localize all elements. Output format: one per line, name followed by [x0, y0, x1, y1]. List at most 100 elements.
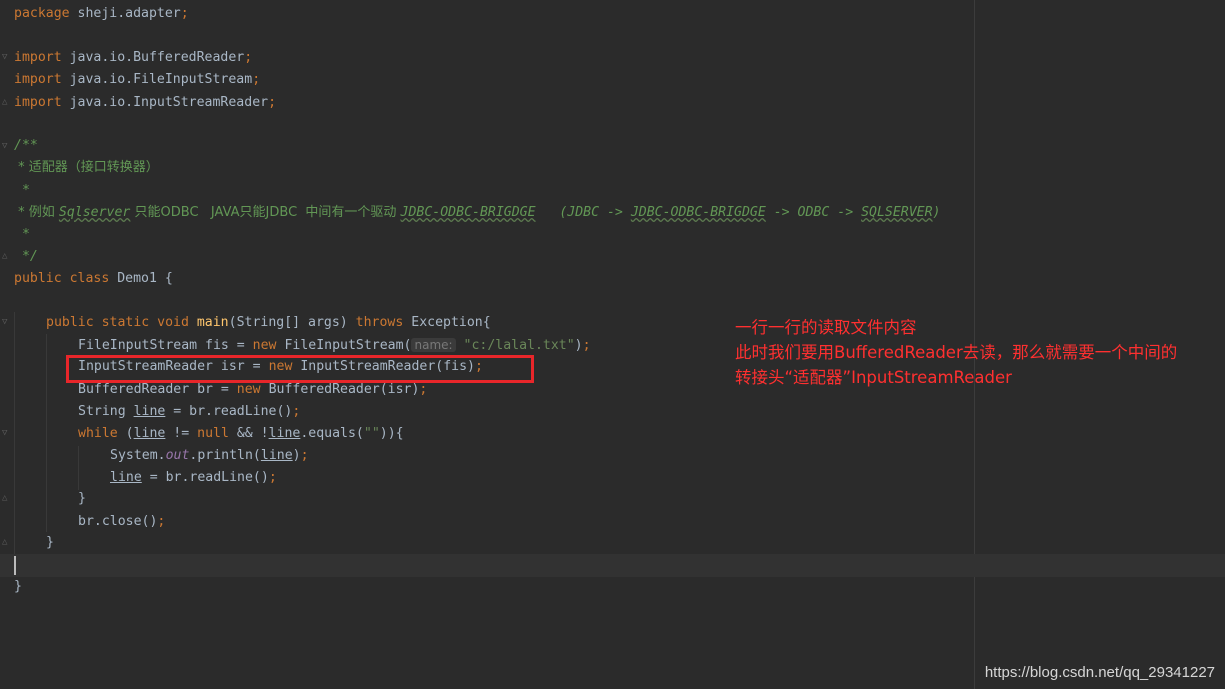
code-line-statement: String line = br.readLine(); — [78, 401, 300, 423]
code-line-brace: } — [78, 491, 86, 506]
package-name: sheji.adapter — [69, 6, 181, 21]
variable: line — [110, 470, 142, 485]
annotation-note: 一行一行的读取文件内容 此时我们要用BufferedReader去读，那么就需要… — [735, 315, 1177, 390]
code-text: .equals( — [300, 426, 364, 441]
fold-marker-icon[interactable]: △ — [2, 493, 10, 503]
comment-text: (JDBC -> — [535, 205, 631, 220]
import-path: java.io.FileInputStream — [61, 72, 253, 87]
doc-comment-line: * — [14, 227, 30, 242]
import-path: java.io.InputStreamReader — [61, 95, 269, 110]
semicolon: ; — [582, 338, 591, 353]
code-line-brace: } — [46, 535, 54, 550]
indent-guide — [14, 312, 15, 554]
semicolon: ; — [268, 470, 277, 485]
code-line-class-declaration: public class Demo1 { — [14, 268, 173, 290]
fold-marker-icon[interactable]: ▽ — [2, 317, 10, 327]
code-text: FileInputStream fis = — [78, 338, 253, 353]
string-literal: "c:/lalal.txt" — [455, 338, 575, 353]
code-text: ) — [292, 448, 301, 463]
keyword: import — [14, 50, 62, 65]
code-text: ( — [117, 426, 134, 441]
keyword: public — [46, 315, 94, 330]
parameters: (String[] args) — [228, 315, 356, 330]
doc-comment-line: * — [14, 183, 30, 198]
code-text: .println( — [189, 448, 261, 463]
keyword: class — [61, 271, 110, 286]
comment-text: * 例如 — [14, 205, 59, 220]
code-line-import: import java.io.BufferedReader; — [14, 47, 252, 69]
indent-guide — [78, 446, 79, 490]
fold-marker-icon[interactable]: △ — [2, 251, 10, 261]
keyword: public — [14, 271, 62, 286]
exception-type: Exception{ — [403, 315, 491, 330]
code-line-while: while (line != null && !line.equals(""))… — [78, 423, 404, 445]
code-text: != — [165, 426, 198, 441]
code-text: = br.readLine() — [141, 470, 269, 485]
semicolon: ; — [419, 382, 428, 397]
code-line-statement: line = br.readLine(); — [110, 467, 277, 489]
keyword: import — [14, 95, 62, 110]
code-text: )){ — [379, 426, 404, 441]
code-text: System. — [110, 448, 166, 463]
code-line-package: package sheji.adapter; — [14, 3, 189, 25]
comment-text: 只能ODBC JAVA只能JDBC 中间有一个驱动 — [130, 205, 401, 220]
fold-marker-icon[interactable]: △ — [2, 537, 10, 547]
current-line-highlight — [0, 554, 1225, 577]
parameter-hint: name: — [411, 338, 456, 352]
code-text: String — [78, 404, 134, 419]
code-line-import: import java.io.InputStreamReader; — [14, 92, 276, 114]
comment-text: ) — [932, 205, 941, 220]
text-caret — [14, 556, 16, 575]
highlight-box — [66, 355, 534, 383]
keyword: null — [197, 426, 229, 441]
code-text: BufferedReader(isr) — [260, 382, 420, 397]
watermark: https://blog.csdn.net/qq_29341227 — [984, 664, 1215, 681]
annotation-line: 转接头“适配器”InputStreamReader — [735, 368, 1012, 387]
code-line-statement: FileInputStream fis = new FileInputStrea… — [78, 334, 591, 356]
doc-comment-line: /** — [14, 138, 38, 153]
variable: line — [133, 404, 166, 419]
doc-comment-line: * 适配器（接口转换器） — [14, 157, 159, 179]
code-text: FileInputStream( — [276, 338, 412, 353]
comment-word: JDBC-ODBC-BRIGDGE — [630, 205, 766, 220]
code-text: br.close() — [78, 514, 158, 529]
semicolon: ; — [252, 72, 261, 87]
code-line-statement: System.out.println(line); — [110, 445, 309, 467]
semicolon: ; — [180, 6, 189, 21]
static-field: out — [165, 448, 190, 463]
fold-marker-icon[interactable]: ▽ — [2, 52, 10, 62]
comment-text: * 适配器（接口转换器） — [14, 160, 159, 175]
code-text: ) — [574, 338, 583, 353]
keyword: while — [78, 426, 118, 441]
code-line-brace: } — [14, 579, 22, 594]
code-text: = br.readLine() — [165, 404, 293, 419]
class-name: Demo1 { — [109, 271, 173, 286]
semicolon: ; — [292, 404, 301, 419]
keyword: new — [252, 338, 277, 353]
comment-word: JDBC-ODBC-BRIGDGE — [400, 205, 536, 220]
semicolon: ; — [300, 448, 309, 463]
import-path: java.io.BufferedReader — [61, 50, 245, 65]
variable: line — [268, 426, 301, 441]
variable: line — [260, 448, 293, 463]
annotation-line: 一行一行的读取文件内容 — [735, 318, 917, 337]
doc-comment-line: * 例如 Sqlserver 只能ODBC JAVA只能JDBC 中间有一个驱动… — [14, 202, 941, 224]
keyword: void — [149, 315, 189, 330]
fold-marker-icon[interactable]: △ — [2, 97, 10, 107]
code-text: BufferedReader br = — [78, 382, 237, 397]
semicolon: ; — [244, 50, 253, 65]
fold-marker-icon[interactable]: ▽ — [2, 428, 10, 438]
indent-guide — [46, 334, 47, 532]
code-line-method-declaration: public static void main(String[] args) t… — [46, 312, 491, 334]
semicolon: ; — [268, 95, 277, 110]
comment-text: -> ODBC -> — [765, 205, 862, 220]
doc-comment-line: */ — [14, 249, 38, 264]
keyword: throws — [355, 315, 404, 330]
comment-word: Sqlserver — [58, 205, 131, 220]
keyword: package — [14, 6, 70, 21]
comment-word: SQLSERVER — [861, 205, 933, 220]
code-line-statement: br.close(); — [78, 511, 165, 533]
fold-marker-icon[interactable]: ▽ — [2, 141, 10, 151]
method-name: main — [188, 315, 229, 330]
keyword: new — [236, 382, 261, 397]
